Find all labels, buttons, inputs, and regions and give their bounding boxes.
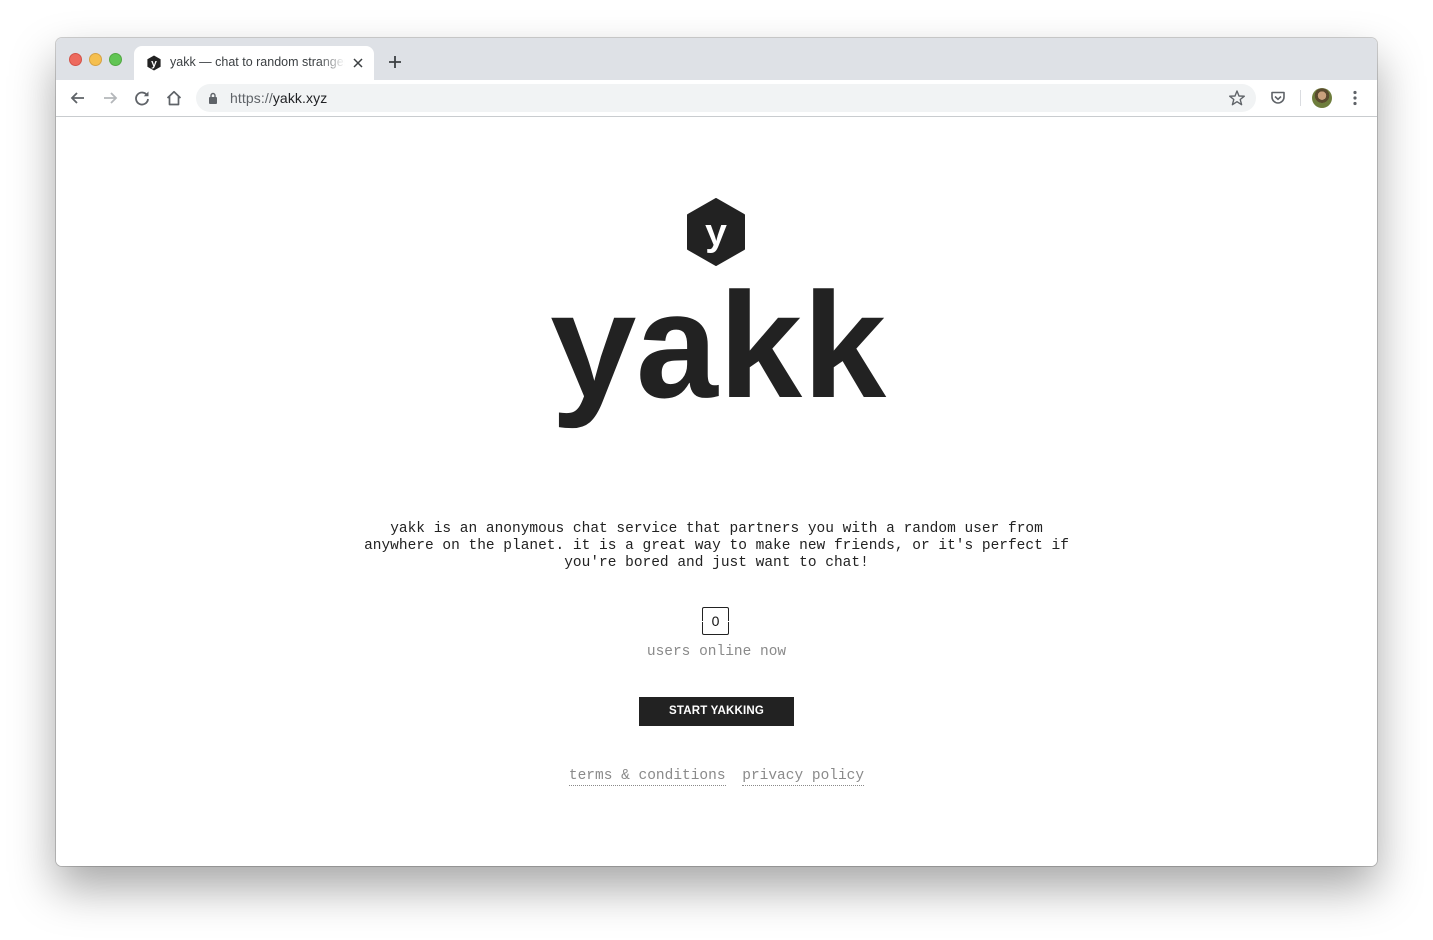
- page-title: yakk: [548, 273, 890, 443]
- arrow-left-icon[interactable]: [69, 89, 87, 107]
- yakk-hex-icon: y: [147, 55, 161, 71]
- tab-strip: y yakk — chat to random strangers: [56, 38, 1377, 80]
- arrow-right-icon[interactable]: [101, 89, 119, 107]
- page-description: yakk is an anonymous chat service that p…: [364, 521, 1069, 571]
- tab-active[interactable]: y yakk — chat to random strangers: [134, 46, 374, 80]
- users-online-count: 0: [702, 607, 729, 635]
- yakk-logo-icon: y: [687, 198, 745, 266]
- minimize-window-button[interactable]: [89, 53, 102, 66]
- close-window-button[interactable]: [69, 53, 82, 66]
- new-tab-icon[interactable]: [387, 54, 403, 70]
- lock-icon: [209, 92, 217, 104]
- toolbar-separator: [1300, 90, 1301, 106]
- page-content: y yakk yakk is an anonymous chat service…: [56, 117, 1377, 866]
- kebab-menu-icon[interactable]: [1346, 89, 1364, 107]
- url-scheme: https://: [230, 90, 273, 106]
- close-tab-icon[interactable]: [350, 55, 366, 71]
- terms-link[interactable]: terms & conditions: [568, 768, 726, 786]
- home-icon[interactable]: [165, 89, 183, 107]
- footer-links: terms & conditions privacy policy: [56, 768, 1377, 786]
- counter-tick-right: [726, 621, 729, 622]
- browser-window: y yakk — chat to random strangers https:…: [56, 38, 1377, 866]
- tab-title: yakk — chat to random strangers: [170, 55, 345, 69]
- start-yakking-button[interactable]: START YAKKING: [639, 697, 794, 726]
- zoom-window-button[interactable]: [109, 53, 122, 66]
- users-online-label: users online now: [646, 644, 787, 660]
- avatar[interactable]: [1312, 88, 1332, 108]
- url-text: https://yakk.xyz: [230, 90, 327, 106]
- url-host: yakk.xyz: [272, 90, 328, 106]
- browser-toolbar: https://yakk.xyz: [56, 80, 1377, 117]
- pocket-icon[interactable]: [1269, 89, 1287, 107]
- privacy-link[interactable]: privacy policy: [742, 768, 865, 786]
- counter-tick-left: [702, 621, 705, 622]
- star-icon[interactable]: [1228, 89, 1246, 107]
- users-online-value: 0: [711, 613, 720, 629]
- address-bar[interactable]: https://yakk.xyz: [196, 84, 1256, 112]
- svg-text:y: y: [151, 59, 157, 70]
- logo-letter: y: [705, 214, 728, 257]
- reload-icon[interactable]: [133, 89, 151, 107]
